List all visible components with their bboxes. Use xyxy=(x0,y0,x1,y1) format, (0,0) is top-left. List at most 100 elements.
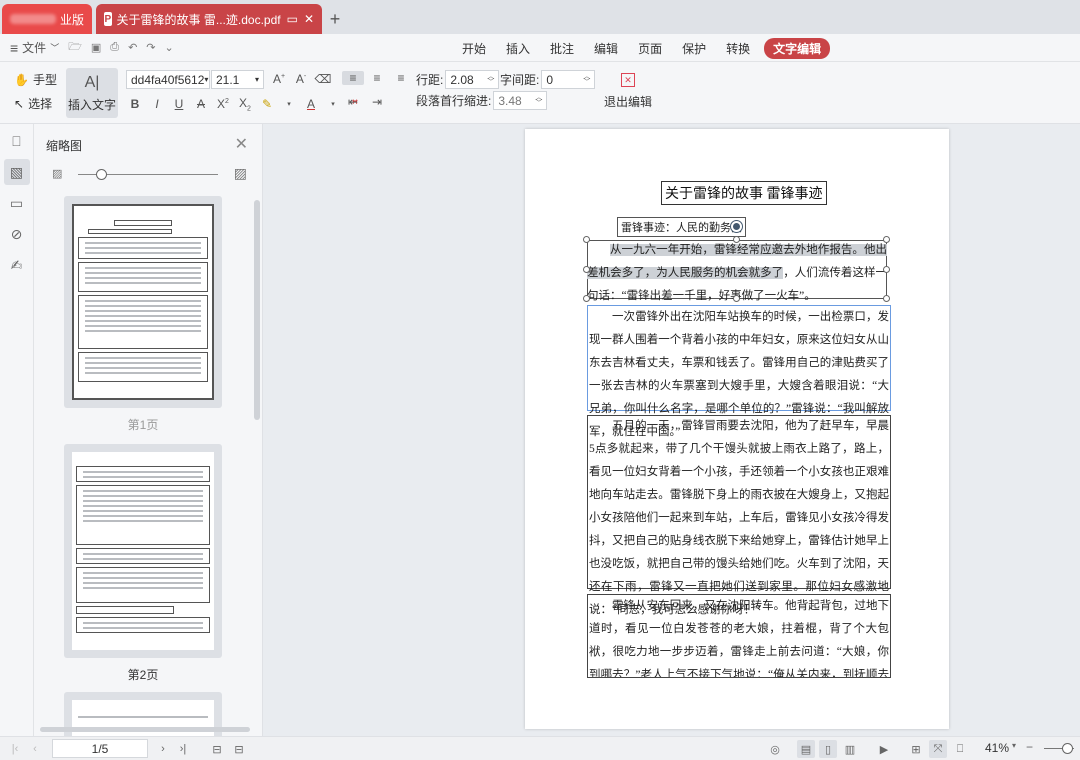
align-left-icon[interactable]: ≡ xyxy=(342,71,364,85)
resize-handle[interactable] xyxy=(583,295,590,302)
tab-annotate[interactable]: 批注 xyxy=(540,40,584,57)
attachment-icon[interactable]: ⊘ xyxy=(4,221,30,247)
spinner-arrows-icon: ︿ ﹀ xyxy=(535,93,543,107)
tab-page[interactable]: 页面 xyxy=(628,40,672,57)
align-center-icon[interactable]: ≡ xyxy=(366,71,388,85)
prev-page-icon[interactable]: ‹ xyxy=(26,740,44,758)
continuous-page-icon[interactable]: ▯ xyxy=(819,740,837,758)
char-spacing-input[interactable]: 0 ︿ ﹀ xyxy=(541,70,596,89)
double-page-icon[interactable]: ▥ xyxy=(841,740,859,758)
indent-input[interactable]: 3.48 ︿ ﹀ xyxy=(493,91,548,110)
fit-width-icon[interactable]: ⊞ xyxy=(907,740,925,758)
print-icon[interactable]: ⎙ xyxy=(110,41,119,54)
tab-convert[interactable]: 转换 xyxy=(716,40,760,57)
next-view-icon[interactable]: ⊟ xyxy=(230,740,248,758)
exit-edit-button[interactable]: ✕ 退出编辑 xyxy=(604,73,652,110)
italic-icon[interactable]: I xyxy=(146,97,168,111)
tab-home[interactable]: 业版 xyxy=(2,4,92,34)
resize-handle[interactable] xyxy=(733,236,740,243)
tab-document[interactable]: P 关于雷锋的故事 雷...迹.doc.pdf ▭ ✕ xyxy=(96,4,322,34)
superscript-icon[interactable]: X2 xyxy=(212,97,234,111)
zoom-slider-thumb[interactable] xyxy=(1062,743,1073,754)
redo-icon[interactable]: ↷ xyxy=(146,41,155,54)
single-page-icon[interactable]: ▤ xyxy=(797,740,815,758)
font-name-select[interactable]: dd4fa40f5612 ▾ xyxy=(126,70,210,89)
signature-icon[interactable]: ✍ xyxy=(4,252,30,278)
insert-text-button[interactable]: A| 插入文字 xyxy=(66,68,118,118)
thumbnail-horizontal-scrollbar[interactable] xyxy=(40,727,250,732)
line-spacing-label: 行距: xyxy=(416,73,444,87)
hand-tool[interactable]: ✋ 手型 xyxy=(14,71,57,88)
rotate-handle-icon[interactable] xyxy=(731,221,742,232)
chevron-down-icon[interactable]: ▾ xyxy=(278,100,300,108)
hamburger-icon: ≡ xyxy=(10,39,19,56)
resize-handle[interactable] xyxy=(883,266,890,273)
tab-insert[interactable]: 插入 xyxy=(496,40,540,57)
thumbnail-scrollbar[interactable] xyxy=(254,200,260,420)
customize-icon[interactable]: ⌄ xyxy=(165,41,174,54)
fit-page-icon[interactable]: ⤧ xyxy=(929,740,947,758)
document-title[interactable]: 关于雷锋的故事 雷锋事迹 xyxy=(661,181,827,205)
font-color-icon[interactable]: A xyxy=(300,97,322,111)
last-page-icon[interactable]: ›| xyxy=(174,740,192,758)
paragraph-4[interactable]: 雷锋从安东回来，又在沈阳转车。他背起背包，过地下道时，看见一位白发苍苍的老大娘，… xyxy=(589,595,889,677)
clear-format-icon[interactable]: ⌫ xyxy=(312,72,334,86)
thumbnail-size-slider[interactable]: ▨ ▨ xyxy=(52,165,247,182)
increase-indent-icon[interactable]: ⇥ xyxy=(366,95,388,109)
undo-icon[interactable]: ↶ xyxy=(128,41,137,54)
first-page-icon[interactable]: |‹ xyxy=(6,740,24,758)
window-icon[interactable]: ▭ xyxy=(287,12,298,26)
chevron-down-icon: ▾ xyxy=(254,75,259,84)
resize-handle[interactable] xyxy=(733,295,740,302)
next-page-icon[interactable]: › xyxy=(154,740,172,758)
highlight-icon[interactable]: ✎ xyxy=(256,97,278,111)
tab-document-label: 关于雷锋的故事 雷...迹.doc.pdf xyxy=(116,12,281,27)
resize-handle[interactable] xyxy=(883,236,890,243)
save-icon[interactable]: ▣ xyxy=(91,41,101,54)
new-tab-button[interactable]: + xyxy=(322,4,348,34)
thumbnail-icon[interactable]: ▧ xyxy=(3,159,30,185)
grow-font-icon[interactable]: A+ xyxy=(268,72,290,86)
comment-icon[interactable]: ▭ xyxy=(4,190,30,216)
line-spacing-value: 2.08 xyxy=(450,72,474,87)
chevron-down-icon[interactable]: ▾ xyxy=(1012,741,1016,750)
open-folder-icon[interactable]: 🗁 xyxy=(68,38,82,57)
tab-text-edit[interactable]: 文字编辑 xyxy=(764,37,831,59)
thumbnail-page-1[interactable] xyxy=(64,196,222,408)
tab-start[interactable]: 开始 xyxy=(452,40,496,57)
tab-edit[interactable]: 编辑 xyxy=(584,40,628,57)
underline-icon[interactable]: U xyxy=(168,97,190,111)
resize-handle[interactable] xyxy=(583,236,590,243)
file-menu[interactable]: ≡ 文件 ﹀ xyxy=(10,39,59,56)
decrease-indent-icon[interactable]: ⇤ xyxy=(342,95,364,109)
eye-protect-icon[interactable]: ◎ xyxy=(766,740,784,758)
resize-handle[interactable] xyxy=(883,295,890,302)
thumbnail-page-2[interactable] xyxy=(64,444,222,658)
paragraph-3[interactable]: 五月的一天，雷锋冒雨要去沈阳，他为了赶早车，早晨5点多就起来，带了几个干馒头就披… xyxy=(589,415,889,622)
select-tool[interactable]: ↖ 选择 xyxy=(14,95,52,112)
close-icon[interactable]: ✕ xyxy=(235,134,248,154)
bookmark-view-icon[interactable]: ⎕ xyxy=(951,740,969,758)
bookmark-icon[interactable]: ⎕ xyxy=(4,128,30,154)
subscript-icon[interactable]: X2 xyxy=(234,96,256,112)
chevron-down-icon[interactable]: ▾ xyxy=(322,100,344,108)
document-subheading[interactable]: 雷锋事迹：人民的勤务员 xyxy=(617,217,746,237)
zoom-level[interactable]: 41% xyxy=(985,741,1009,755)
shrink-font-icon[interactable]: A- xyxy=(290,72,312,86)
bold-icon[interactable]: B xyxy=(124,97,146,111)
prev-view-icon[interactable]: ⊟ xyxy=(208,740,226,758)
tab-protect[interactable]: 保护 xyxy=(672,40,716,57)
page-number-input[interactable]: 1/5 xyxy=(52,739,148,758)
slider-thumb[interactable] xyxy=(96,169,107,180)
pdf-file-icon: P xyxy=(104,12,112,26)
font-size-select[interactable]: 21.1 ▾ xyxy=(211,70,264,89)
thumbnail-page-2-image xyxy=(72,452,214,650)
align-right-icon[interactable]: ≡ xyxy=(390,71,412,85)
file-menu-label: 文件 xyxy=(22,41,47,55)
play-icon[interactable]: ▶ xyxy=(875,740,893,758)
strikethrough-icon[interactable]: A xyxy=(190,97,212,111)
close-tab-icon[interactable]: ✕ xyxy=(304,12,314,26)
resize-handle[interactable] xyxy=(583,266,590,273)
zoom-out-icon[interactable]: − xyxy=(1026,740,1033,754)
line-spacing-input[interactable]: 2.08 ︿ ﹀ xyxy=(445,70,500,89)
